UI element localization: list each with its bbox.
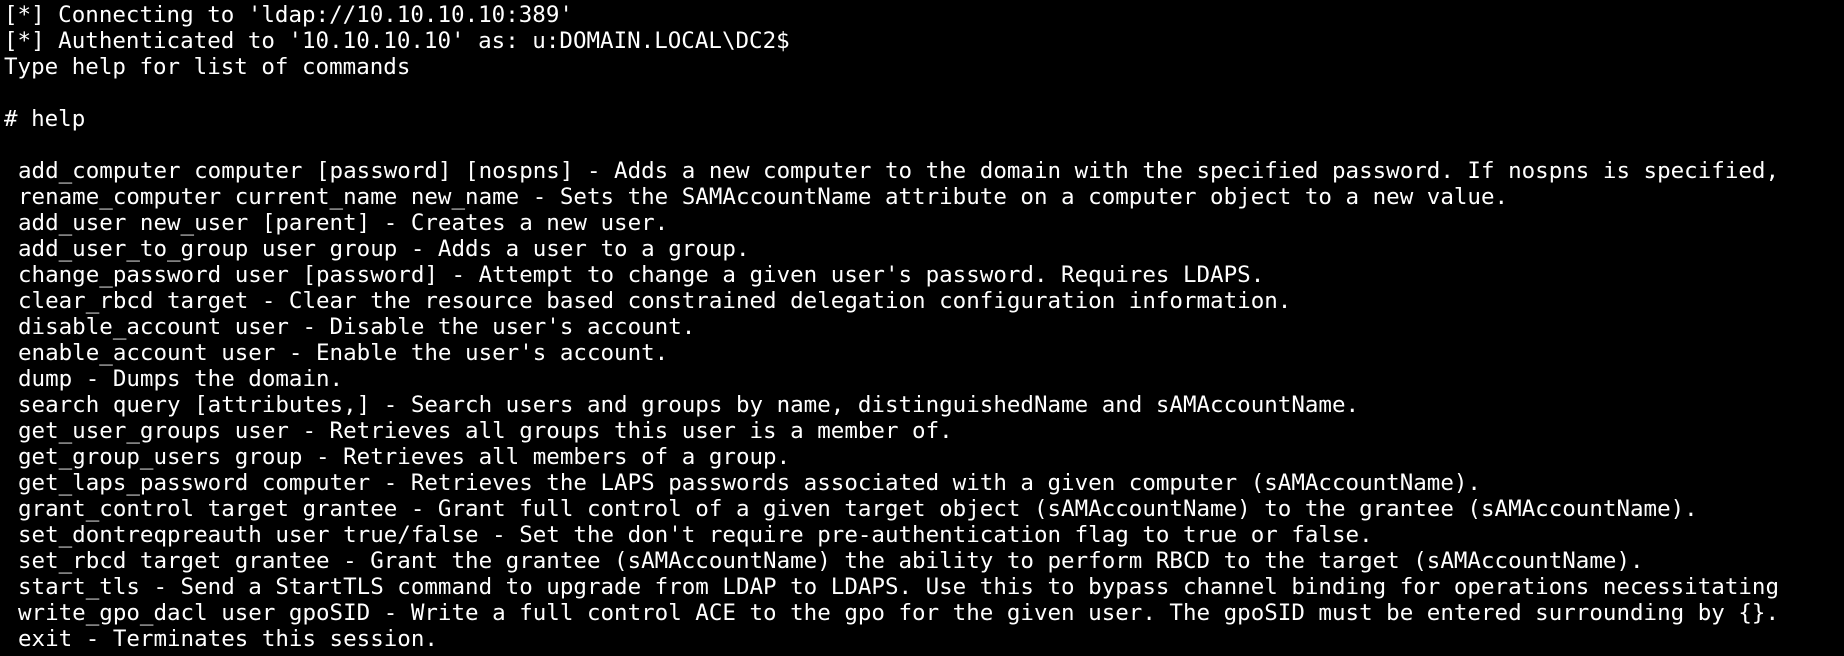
help-line-disable-account: disable_account user - Disable the user'…: [18, 314, 696, 340]
help-line-set-rbcd: set_rbcd target grantee - Grant the gran…: [18, 548, 1644, 574]
output-connecting-line: [*] Connecting to 'ldap://10.10.10.10:38…: [4, 2, 573, 28]
help-line-get-laps-password: get_laps_password computer - Retrieves t…: [18, 470, 1481, 496]
help-line-get-user-groups: get_user_groups user - Retrieves all gro…: [18, 418, 953, 444]
help-line-add-user-to-group: add_user_to_group user group - Adds a us…: [18, 236, 750, 262]
help-line-get-group-users: get_group_users group - Retrieves all me…: [18, 444, 791, 470]
help-line-add-computer: add_computer computer [password] [nospns…: [18, 158, 1779, 184]
help-line-exit: exit - Terminates this session.: [18, 626, 438, 652]
help-line-set-dontreqpreauth: set_dontreqpreauth user true/false - Set…: [18, 522, 1373, 548]
help-line-search: search query [attributes,] - Search user…: [18, 392, 1360, 418]
terminal-window[interactable]: [*] Connecting to 'ldap://10.10.10.10:38…: [0, 0, 1844, 656]
help-line-change-password: change_password user [password] - Attemp…: [18, 262, 1265, 288]
output-authenticated-line: [*] Authenticated to '10.10.10.10' as: u…: [4, 28, 790, 54]
help-line-dump: dump - Dumps the domain.: [18, 366, 344, 392]
help-line-grant-control: grant_control target grantee - Grant ful…: [18, 496, 1698, 522]
help-line-write-gpo-dacl: write_gpo_dacl user gpoSID - Write a ful…: [18, 600, 1779, 626]
help-line-clear-rbcd: clear_rbcd target - Clear the resource b…: [18, 288, 1292, 314]
output-help-hint-line: Type help for list of commands: [4, 54, 411, 80]
help-output: add_computer computer [password] [nospns…: [4, 158, 1844, 652]
prompt-command-line: # help: [4, 106, 86, 132]
help-line-rename-computer: rename_computer current_name new_name - …: [18, 184, 1509, 210]
help-line-start-tls: start_tls - Send a StartTLS command to u…: [18, 574, 1779, 600]
help-line-add-user: add_user new_user [parent] - Creates a n…: [18, 210, 669, 236]
help-line-enable-account: enable_account user - Enable the user's …: [18, 340, 669, 366]
